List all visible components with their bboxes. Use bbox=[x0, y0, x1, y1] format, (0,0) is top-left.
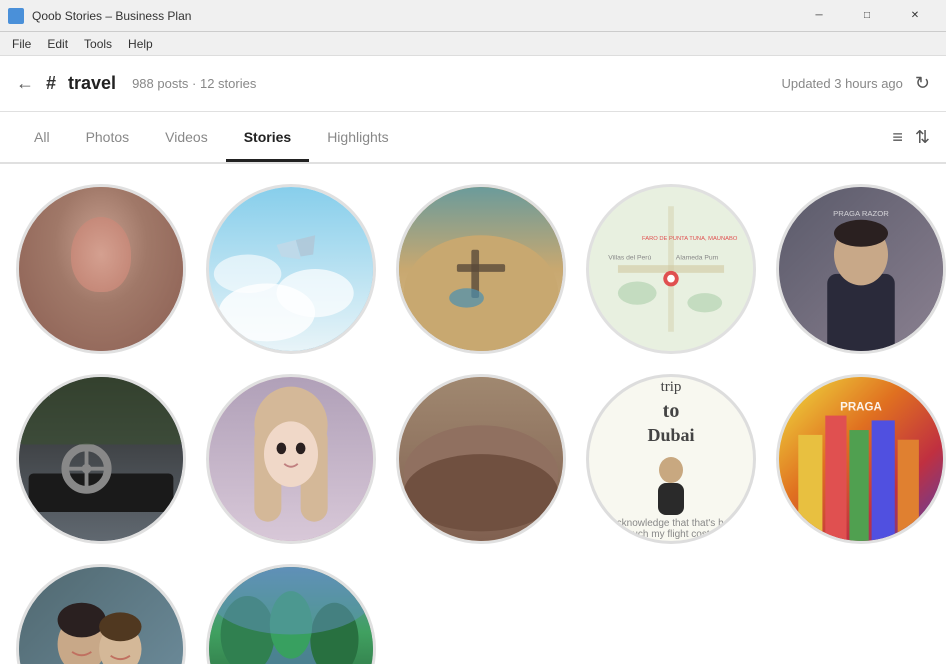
tag-name: travel bbox=[68, 73, 116, 94]
story-item[interactable]: trip to Dubai I acknowledge that that's … bbox=[586, 374, 756, 544]
story-circle: PRAGA RAZOR bbox=[776, 184, 946, 354]
tabs-bar: All Photos Videos Stories Highlights ≡ ⇅ bbox=[0, 112, 946, 164]
tabs-right: ≡ ⇅ bbox=[892, 127, 930, 148]
story-caption: I acknowledge that that's how much my fl… bbox=[599, 518, 743, 540]
window-controls: ─ □ ✕ bbox=[796, 0, 938, 32]
toolbar-right: Updated 3 hours ago ↻ bbox=[781, 73, 930, 94]
maximize-button[interactable]: □ bbox=[844, 0, 890, 32]
story-circle bbox=[16, 184, 186, 354]
tabs-left: All Photos Videos Stories Highlights bbox=[16, 115, 407, 160]
story-item[interactable]: Villas del Perú Alameda Pum FARO DE PUNT… bbox=[586, 184, 756, 354]
trip-text-line1: trip bbox=[647, 378, 694, 398]
person-svg: PRAGA RAZOR bbox=[779, 187, 943, 351]
story-circle: PRAGA bbox=[776, 374, 946, 544]
tab-photos[interactable]: Photos bbox=[68, 115, 148, 162]
title-bar: Qoob Stories – Business Plan ─ □ ✕ bbox=[0, 0, 946, 32]
map-svg: Villas del Perú Alameda Pum FARO DE PUNT… bbox=[589, 187, 753, 351]
minimize-button[interactable]: ─ bbox=[796, 0, 842, 32]
trip-text-line3: Dubai bbox=[647, 424, 694, 447]
updated-text: Updated 3 hours ago bbox=[781, 76, 902, 91]
tab-all[interactable]: All bbox=[16, 115, 68, 162]
filter-button[interactable]: ≡ bbox=[892, 127, 903, 148]
story-item[interactable]: PRAGA RAZOR bbox=[776, 184, 946, 354]
story-circle bbox=[206, 374, 376, 544]
story-circle: travel bbox=[16, 374, 186, 544]
svg-text:travel: travel bbox=[33, 391, 50, 398]
tab-videos[interactable]: Videos bbox=[147, 115, 226, 162]
story-item[interactable]: travel bbox=[16, 374, 186, 544]
toolbar-left: ← # travel 988 posts · 12 stories bbox=[16, 73, 256, 94]
app-icon bbox=[8, 8, 24, 24]
story-circle bbox=[396, 374, 566, 544]
story-circle bbox=[16, 564, 186, 664]
app-toolbar: ← # travel 988 posts · 12 stories Update… bbox=[0, 56, 946, 112]
svg-text:Alameda Pum: Alameda Pum bbox=[676, 254, 719, 261]
svg-text:PRAGA RAZOR: PRAGA RAZOR bbox=[833, 209, 889, 218]
tab-stories[interactable]: Stories bbox=[226, 115, 309, 162]
girl-svg bbox=[209, 377, 373, 541]
menu-help[interactable]: Help bbox=[120, 32, 161, 56]
story-item[interactable] bbox=[206, 564, 376, 664]
story-circle: trip to Dubai I acknowledge that that's … bbox=[586, 374, 756, 544]
back-button[interactable]: ← bbox=[16, 73, 34, 94]
menu-file[interactable]: File bbox=[4, 32, 39, 56]
selfie-svg bbox=[19, 567, 183, 664]
story-item[interactable] bbox=[16, 184, 186, 354]
sky-svg bbox=[209, 187, 373, 351]
story-item[interactable] bbox=[206, 184, 376, 354]
hashtag-icon: # bbox=[46, 73, 56, 94]
svg-text:PRAGA: PRAGA bbox=[840, 402, 882, 414]
svg-text:Villas del Perú: Villas del Perú bbox=[608, 254, 651, 261]
menu-tools[interactable]: Tools bbox=[76, 32, 120, 56]
dubai-person bbox=[646, 455, 696, 518]
sort-button[interactable]: ⇅ bbox=[915, 127, 930, 148]
story-circle bbox=[206, 564, 376, 664]
title-bar-left: Qoob Stories – Business Plan bbox=[8, 8, 191, 24]
svg-text:FARO DE PUNTA TUNA, MAUNABO: FARO DE PUNTA TUNA, MAUNABO bbox=[642, 236, 738, 242]
story-item[interactable] bbox=[16, 564, 186, 664]
refresh-button[interactable]: ↻ bbox=[915, 73, 930, 94]
car-svg: travel bbox=[19, 377, 183, 541]
menu-bar: File Edit Tools Help bbox=[0, 32, 946, 56]
tab-highlights[interactable]: Highlights bbox=[309, 115, 406, 162]
story-text-content: trip to Dubai I acknowledge that that's … bbox=[589, 374, 753, 544]
sand-svg bbox=[399, 377, 563, 541]
nature-svg bbox=[209, 567, 373, 664]
buildings-svg: PRAGA bbox=[779, 377, 943, 541]
tag-meta: 988 posts · 12 stories bbox=[132, 76, 256, 91]
beach-svg bbox=[399, 187, 563, 351]
stories-content: Villas del Perú Alameda Pum FARO DE PUNT… bbox=[0, 164, 946, 664]
story-item[interactable] bbox=[206, 374, 376, 544]
story-circle bbox=[206, 184, 376, 354]
story-item[interactable] bbox=[396, 374, 566, 544]
window-title: Qoob Stories – Business Plan bbox=[32, 9, 191, 23]
menu-edit[interactable]: Edit bbox=[39, 32, 76, 56]
story-item[interactable] bbox=[396, 184, 566, 354]
stories-grid: Villas del Perú Alameda Pum FARO DE PUNT… bbox=[16, 184, 930, 664]
story-circle bbox=[396, 184, 566, 354]
story-circle: Villas del Perú Alameda Pum FARO DE PUNT… bbox=[586, 184, 756, 354]
face-image bbox=[19, 187, 183, 351]
close-button[interactable]: ✕ bbox=[892, 0, 938, 32]
trip-text-line2: to bbox=[647, 398, 694, 424]
story-item[interactable]: PRAGA bbox=[776, 374, 946, 544]
